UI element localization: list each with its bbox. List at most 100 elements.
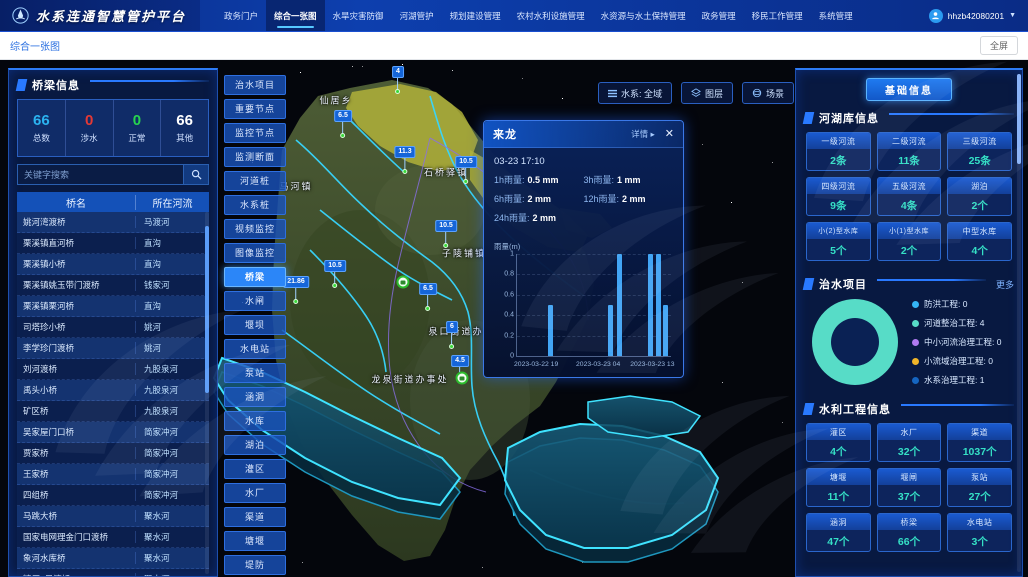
table-row[interactable]: 国家电网理金门口渡桥聚水河 [17, 527, 209, 548]
map-marker-1[interactable]: 6.5 [334, 110, 352, 138]
layer-item-19[interactable]: 塘堰 [224, 531, 286, 551]
more-link[interactable]: 更多 [996, 278, 1014, 291]
map-marker-4[interactable]: 10.5 [435, 220, 457, 248]
bridge-stat-1: 0涉水 [65, 100, 113, 156]
stat-value: 66 [176, 112, 193, 129]
layer-item-4[interactable]: 河道桩 [224, 171, 286, 191]
map-marker-0[interactable]: 4 [392, 66, 404, 94]
layer-item-2[interactable]: 监控节点 [224, 123, 286, 143]
table-row[interactable]: 禹头小桥九股泉河 [17, 380, 209, 401]
eng-cell-3: 塘堰11个 [806, 468, 871, 507]
metric-label: 1h雨量: [494, 175, 525, 185]
table-row[interactable]: 矿区桥九股泉河 [17, 401, 209, 422]
map-marker-2[interactable]: 11.3 [394, 146, 415, 174]
layer-item-17[interactable]: 水厂 [224, 483, 286, 503]
layer-item-16[interactable]: 灌区 [224, 459, 286, 479]
stat-cell-label: 水厂 [878, 424, 941, 440]
table-row[interactable]: 贾家桥简家冲河 [17, 443, 209, 464]
fullscreen-button[interactable]: 全屏 [980, 36, 1018, 55]
nav-tab-5[interactable]: 农村水利设施管理 [509, 0, 593, 31]
table-row[interactable]: 马跳大桥聚水河 [17, 506, 209, 527]
nav-tab-6[interactable]: 水资源与水土保持管理 [593, 0, 694, 31]
nav-tab-9[interactable]: 系统管理 [811, 0, 861, 31]
layer-item-20[interactable]: 堤防 [224, 555, 286, 575]
river-cell-0: 一级河流2条 [806, 132, 871, 171]
map-marker-3[interactable]: 10.5 [455, 156, 477, 184]
eng-cell-5: 泵站27个 [947, 468, 1012, 507]
layer-item-6[interactable]: 视频监控 [224, 219, 286, 239]
bridge-stat-0: 66总数 [18, 100, 65, 156]
bridge-table-header: 桥名 所在河流 [17, 192, 209, 212]
table-row[interactable]: 司塔珍小桥姚河 [17, 317, 209, 338]
nav-tab-0[interactable]: 政务门户 [216, 0, 266, 31]
nav-tab-2[interactable]: 水旱灾害防御 [325, 0, 392, 31]
table-row[interactable]: 王家桥简家冲河 [17, 464, 209, 485]
camera-marker-1[interactable] [456, 372, 469, 385]
watersystem-select[interactable]: 水系: 全域 [598, 82, 672, 104]
user-menu[interactable]: hhzb42080201 ▼ [929, 0, 1028, 31]
layer-item-12[interactable]: 泵站 [224, 363, 286, 383]
legend-dot [912, 320, 919, 327]
map-marker-5[interactable]: 10.5 [324, 260, 346, 288]
table-row[interactable]: 栗溪镇小桥直沟 [17, 254, 209, 275]
bridge-name-cell: 李学珍门渡桥 [17, 342, 136, 354]
engineering-section-title: 水利工程信息 [819, 401, 891, 417]
stat-cell-label: 二级河流 [878, 133, 941, 149]
search-input[interactable] [17, 164, 183, 185]
search-button[interactable] [183, 164, 209, 185]
marker-dot [444, 243, 449, 248]
table-row[interactable]: 四组桥简家冲河 [17, 485, 209, 506]
table-row[interactable]: 糖厂5号渡桥聚水河 [17, 569, 209, 576]
layer-item-7[interactable]: 图像监控 [224, 243, 286, 263]
bridge-panel: 桥梁信息 66总数0涉水0正常66其他 桥名 所在河流 姚河湾渡桥马渡河栗溪镇直… [8, 68, 218, 577]
layer-item-10[interactable]: 堰坝 [224, 315, 286, 335]
layer-item-14[interactable]: 水库 [224, 411, 286, 431]
layer-item-8[interactable]: 桥梁 [224, 267, 286, 287]
marker-value: 6 [446, 321, 458, 333]
map-marker-6[interactable]: 6.5 [419, 283, 437, 311]
layer-item-11[interactable]: 水电站 [224, 339, 286, 359]
camera-marker-0[interactable] [397, 276, 410, 289]
nav-tab-7[interactable]: 政务管理 [694, 0, 744, 31]
layers-button[interactable]: 图层 [681, 82, 733, 104]
table-scrollbar-thumb[interactable] [205, 226, 209, 393]
map-marker-7[interactable]: 6 [446, 321, 458, 349]
table-row[interactable]: 栗溪镇栗河桥直沟 [17, 296, 209, 317]
layer-item-18[interactable]: 渠道 [224, 507, 286, 527]
table-row[interactable]: 象河水库桥聚水河 [17, 548, 209, 569]
layer-item-15[interactable]: 湖泊 [224, 435, 286, 455]
table-row[interactable]: 栗溪镇姚玉带门渡桥钱家河 [17, 275, 209, 296]
scene-button-label: 场景 [766, 87, 784, 100]
layer-item-5[interactable]: 水系桩 [224, 195, 286, 215]
nav-tab-8[interactable]: 移民工作管理 [744, 0, 811, 31]
layer-item-9[interactable]: 水闸 [224, 291, 286, 311]
layer-item-13[interactable]: 涵洞 [224, 387, 286, 407]
layer-item-1[interactable]: 重要节点 [224, 99, 286, 119]
project-chart-area: 防洪工程: 0河道整治工程: 4中小河流治理工程: 0小流域治理工程: 0水系治… [796, 296, 1022, 386]
close-icon[interactable]: ✕ [665, 129, 674, 140]
table-row[interactable]: 吴家屋门口桥简家冲河 [17, 422, 209, 443]
table-row[interactable]: 刘河渡桥九股泉河 [17, 359, 209, 380]
base-info-button[interactable]: 基础信息 [866, 78, 952, 101]
x-tick: 2023-03-22 19 [514, 361, 558, 368]
layer-item-0[interactable]: 治水项目 [224, 75, 286, 95]
table-row[interactable]: 姚河湾渡桥马渡河 [17, 212, 209, 233]
nav-tab-1[interactable]: 综合一张图 [266, 0, 325, 31]
eng-cell-7: 桥梁66个 [877, 513, 942, 552]
bridge-name-cell: 司塔珍小桥 [17, 321, 136, 333]
panel-scrollbar-thumb[interactable] [1017, 74, 1021, 164]
bridge-stats: 66总数0涉水0正常66其他 [17, 99, 209, 157]
table-row[interactable]: 栗溪镇直河桥直沟 [17, 233, 209, 254]
marker-value: 10.5 [324, 260, 346, 272]
breadcrumb[interactable]: 综合一张图 [10, 38, 60, 53]
scene-button[interactable]: 场景 [742, 82, 794, 104]
map-marker-9[interactable]: 21.86 [283, 276, 309, 304]
layer-item-3[interactable]: 监测断面 [224, 147, 286, 167]
river-cell-1: 二级河流11条 [877, 132, 942, 171]
nav-tab-4[interactable]: 规划建设管理 [442, 0, 509, 31]
legend-dot [912, 301, 919, 308]
nav-tab-3[interactable]: 河湖管护 [392, 0, 442, 31]
list-icon [608, 89, 617, 98]
popup-detail-link[interactable]: 详情 ▸ [631, 128, 655, 140]
table-row[interactable]: 李学珍门渡桥姚河 [17, 338, 209, 359]
